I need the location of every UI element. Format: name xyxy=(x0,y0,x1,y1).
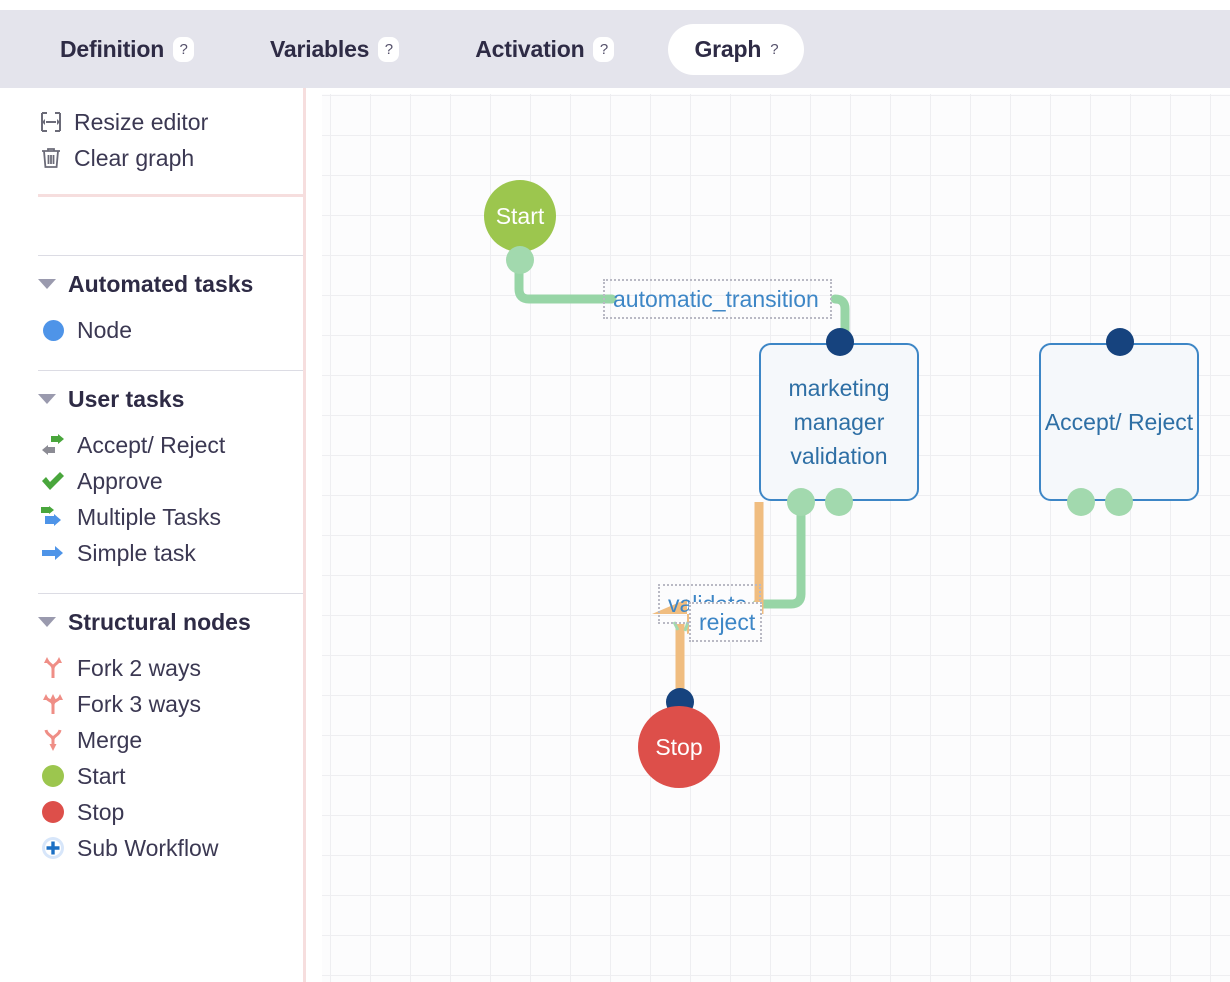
palette-item-multiple-tasks[interactable]: Multiple Tasks xyxy=(10,499,303,535)
help-icon[interactable]: ? xyxy=(173,36,195,62)
group-structural-nodes[interactable]: Structural nodes xyxy=(10,594,303,650)
clear-graph-label: Clear graph xyxy=(74,144,195,171)
palette-item-simple-task[interactable]: Simple task xyxy=(10,535,303,571)
palette-item-label: Accept/ Reject xyxy=(77,431,226,458)
graph-edges-layer xyxy=(514,259,850,708)
edge-label-text: automatic_transition xyxy=(613,285,819,312)
palette-item-label: Fork 3 ways xyxy=(77,690,201,717)
edge-automatic-transition[interactable] xyxy=(514,259,617,304)
group-user-tasks-label: User tasks xyxy=(68,385,185,412)
tab-definition-label: Definition xyxy=(60,35,165,62)
palette-item-label: Stop xyxy=(77,798,125,825)
node-stop[interactable]: Stop xyxy=(638,706,720,788)
graph-canvas[interactable]: Start automatic_transition marketing man… xyxy=(322,94,1230,982)
edge-label-reject[interactable]: reject xyxy=(689,602,762,642)
node-stop-label: Stop xyxy=(655,733,703,760)
tab-graph[interactable]: Graph ? xyxy=(668,23,805,75)
node-label: Accept/ Reject xyxy=(1044,409,1194,435)
palette-search-slot xyxy=(10,197,303,255)
edge-label-automatic-transition[interactable]: automatic_transition xyxy=(603,279,832,319)
tab-graph-label: Graph xyxy=(694,35,762,62)
tab-activation[interactable]: Activation ? xyxy=(453,24,636,75)
node-start-label: Start xyxy=(495,202,545,229)
chevron-down-icon[interactable] xyxy=(38,394,56,404)
help-icon[interactable]: ? xyxy=(378,36,400,62)
palette-item-label: Node xyxy=(77,316,132,343)
palette-item-approve[interactable]: Approve xyxy=(10,463,303,499)
resize-editor-action[interactable]: Resize editor xyxy=(10,104,303,140)
node-label: marketing manager validation xyxy=(788,375,890,469)
palette-item-node[interactable]: Node xyxy=(10,312,303,348)
node-marketing-output-port-2[interactable] xyxy=(825,488,853,516)
tab-definition[interactable]: Definition ? xyxy=(38,24,216,75)
sub-workflow-plus-icon xyxy=(40,835,66,861)
palette-item-fork-3-ways[interactable]: Fork 3 ways xyxy=(10,686,303,722)
blue-arrow-icon xyxy=(40,540,66,566)
palette-item-label: Approve xyxy=(77,467,163,494)
clear-graph-action[interactable]: Clear graph xyxy=(10,140,303,176)
palette-item-label: Merge xyxy=(77,726,143,753)
workflow-editor: Definition ? Variables ? Activation ? Gr… xyxy=(0,0,1230,982)
palette-item-stop[interactable]: Stop xyxy=(10,794,303,830)
green-check-icon xyxy=(40,468,66,494)
palette-item-label: Multiple Tasks xyxy=(77,503,222,530)
palette-item-start[interactable]: Start xyxy=(10,758,303,794)
palette-item-sub-workflow[interactable]: Sub Workflow xyxy=(10,830,303,866)
accept-reject-arrows-icon xyxy=(40,432,66,458)
fork-2-icon xyxy=(40,655,66,681)
chevron-down-icon[interactable] xyxy=(38,279,56,289)
node-accept-reject-output-port-1[interactable] xyxy=(1067,488,1095,516)
node-accept-reject[interactable]: Accept/ Reject xyxy=(1039,343,1199,501)
chevron-down-icon[interactable] xyxy=(38,617,56,627)
node-marketing-manager-validation[interactable]: marketing manager validation xyxy=(759,343,919,501)
group-structural-nodes-label: Structural nodes xyxy=(68,608,251,635)
tab-variables[interactable]: Variables ? xyxy=(248,24,421,75)
tab-activation-label: Activation xyxy=(475,35,585,62)
palette-item-merge[interactable]: Merge xyxy=(10,722,303,758)
merge-icon xyxy=(40,727,66,753)
palette-item-label: Fork 2 ways xyxy=(77,654,201,681)
help-icon[interactable]: ? xyxy=(770,37,778,62)
node-marketing-input-port[interactable] xyxy=(826,328,854,356)
node-accept-reject-input-port[interactable] xyxy=(1106,328,1134,356)
palette-item-label: Sub Workflow xyxy=(77,834,219,861)
red-circle-icon xyxy=(40,799,66,825)
node-accept-reject-output-port-2[interactable] xyxy=(1105,488,1133,516)
node-start[interactable]: Start xyxy=(484,180,556,252)
tab-variables-label: Variables xyxy=(270,35,370,62)
palette-item-label: Simple task xyxy=(77,539,196,566)
group-user-tasks[interactable]: User tasks xyxy=(10,371,303,427)
trash-icon xyxy=(38,145,64,171)
resize-editor-label: Resize editor xyxy=(74,108,209,135)
node-marketing-output-port-1[interactable] xyxy=(787,488,815,516)
palette-sidebar: Resize editor Clear graph Automated task… xyxy=(10,88,306,982)
group-automated-tasks[interactable]: Automated tasks xyxy=(10,256,303,312)
group-automated-tasks-label: Automated tasks xyxy=(68,270,254,297)
help-icon[interactable]: ? xyxy=(593,36,615,62)
node-start-output-port[interactable] xyxy=(506,246,534,274)
green-circle-icon xyxy=(40,763,66,789)
blue-circle-icon xyxy=(40,317,66,343)
palette-item-fork-2-ways[interactable]: Fork 2 ways xyxy=(10,650,303,686)
palette-item-accept-reject[interactable]: Accept/ Reject xyxy=(10,427,303,463)
resize-icon xyxy=(38,109,64,135)
multiple-arrows-icon xyxy=(40,504,66,530)
palette-item-label: Start xyxy=(77,762,126,789)
tab-bar: Definition ? Variables ? Activation ? Gr… xyxy=(0,10,1230,88)
fork-3-icon xyxy=(40,691,66,717)
edge-label-text: reject xyxy=(699,608,756,635)
